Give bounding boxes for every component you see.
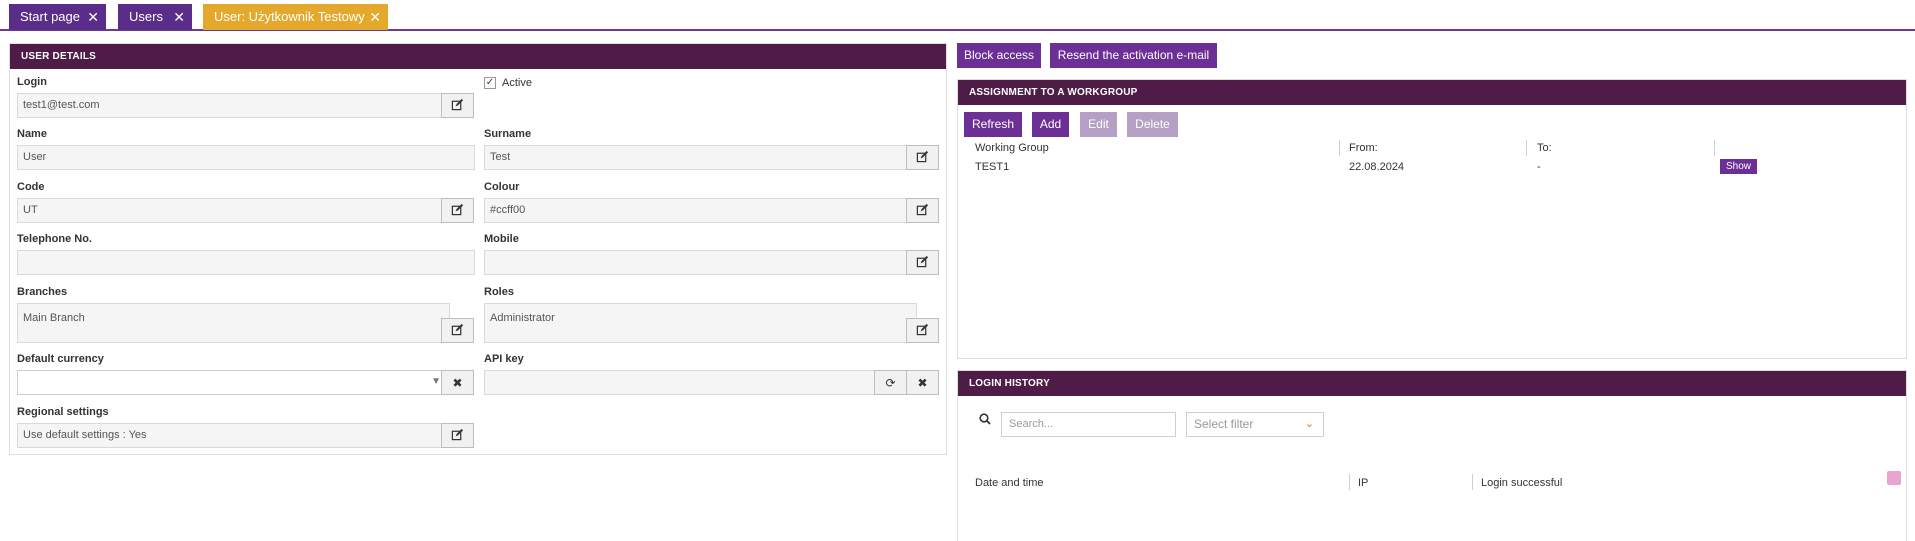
- regional-field[interactable]: Use default settings : Yes: [17, 423, 450, 448]
- active-checkbox[interactable]: ✓: [484, 77, 496, 89]
- edit-login-button[interactable]: [441, 93, 474, 118]
- login-label: Login: [17, 76, 47, 88]
- show-button[interactable]: Show: [1720, 159, 1757, 174]
- column-divider: [1526, 140, 1527, 156]
- block-access-button[interactable]: Block access: [957, 43, 1041, 68]
- delete-button[interactable]: Delete: [1127, 112, 1178, 137]
- clear-currency-button[interactable]: ✖: [441, 370, 474, 395]
- edit-code-button[interactable]: [441, 198, 474, 223]
- edit-branches-button[interactable]: [441, 318, 474, 343]
- add-button[interactable]: Add: [1032, 112, 1069, 137]
- user-details-panel: USER DETAILS Login test1@test.com ✓ Acti…: [9, 43, 947, 455]
- chevron-down-icon: ⌄: [1304, 418, 1314, 430]
- edit-icon: [916, 203, 929, 219]
- workgroup-panel: ASSIGNMENT TO A WORKGROUP Refresh Add Ed…: [957, 79, 1907, 359]
- login-field[interactable]: test1@test.com: [17, 93, 450, 118]
- tab-users[interactable]: Users ✕: [118, 4, 192, 30]
- branches-label: Branches: [17, 286, 68, 298]
- tab-label: Users: [129, 9, 163, 24]
- panel-header: LOGIN HISTORY: [958, 371, 1906, 396]
- tab-bar: Start page ✕ Users ✕ User: Użytkownik Te…: [0, 0, 1915, 31]
- filter-select[interactable]: Select filter ⌄: [1186, 412, 1324, 437]
- refresh-icon: ⟳: [885, 375, 896, 390]
- regenerate-apikey-button[interactable]: ⟳: [874, 370, 907, 395]
- colour-field[interactable]: #ccff00: [484, 198, 917, 223]
- column-divider: [1714, 140, 1715, 156]
- name-field[interactable]: User: [17, 145, 475, 170]
- column-header-ip: IP: [1358, 477, 1369, 489]
- edit-icon: [916, 150, 929, 166]
- clear-apikey-button[interactable]: ✖: [906, 370, 939, 395]
- column-header-to: To:: [1537, 142, 1552, 154]
- column-header-working-group: Working Group: [975, 142, 1049, 154]
- close-icon: ✖: [917, 375, 928, 390]
- tab-label: Start page: [20, 9, 80, 24]
- chevron-down-icon: ▼: [431, 376, 441, 387]
- regional-label: Regional settings: [17, 406, 109, 418]
- column-header-from: From:: [1349, 142, 1378, 154]
- column-settings-icon[interactable]: [1887, 471, 1901, 485]
- code-label: Code: [17, 181, 45, 193]
- panel-header: USER DETAILS: [10, 44, 946, 69]
- edit-icon: [451, 428, 464, 444]
- telephone-label: Telephone No.: [17, 233, 92, 245]
- roles-field[interactable]: Administrator: [484, 303, 917, 343]
- roles-label: Roles: [484, 286, 514, 298]
- column-divider: [1339, 140, 1340, 156]
- active-label: Active: [502, 77, 532, 89]
- edit-surname-button[interactable]: [906, 145, 939, 170]
- resend-activation-button[interactable]: Resend the activation e-mail: [1050, 43, 1217, 68]
- close-icon[interactable]: ✕: [369, 4, 381, 30]
- edit-roles-button[interactable]: [906, 318, 939, 343]
- surname-label: Surname: [484, 128, 532, 140]
- close-icon[interactable]: ✕: [87, 4, 99, 30]
- mobile-field[interactable]: [484, 250, 917, 275]
- currency-label: Default currency: [17, 353, 104, 365]
- tab-user-detail[interactable]: User: Użytkownik Testowy ✕: [203, 4, 388, 30]
- edit-button[interactable]: Edit: [1080, 112, 1117, 137]
- close-icon[interactable]: ✕: [173, 4, 185, 30]
- apikey-label: API key: [484, 353, 524, 365]
- mobile-label: Mobile: [484, 233, 519, 245]
- apikey-field[interactable]: [484, 370, 884, 395]
- telephone-field[interactable]: [17, 250, 475, 275]
- column-header-login-successful: Login successful: [1481, 477, 1563, 489]
- edit-icon: [916, 255, 929, 271]
- edit-colour-button[interactable]: [906, 198, 939, 223]
- column-header-date: Date and time: [975, 477, 1044, 489]
- search-icon: [979, 413, 991, 428]
- tab-start-page[interactable]: Start page ✕: [9, 4, 106, 30]
- code-field[interactable]: UT: [17, 198, 450, 223]
- search-input[interactable]: Search...: [1001, 412, 1176, 437]
- edit-icon: [451, 203, 464, 219]
- panel-header: ASSIGNMENT TO A WORKGROUP: [958, 80, 1906, 105]
- surname-field[interactable]: Test: [484, 145, 917, 170]
- tab-label: User: Użytkownik Testowy: [214, 9, 365, 24]
- edit-regional-button[interactable]: [441, 423, 474, 448]
- edit-mobile-button[interactable]: [906, 250, 939, 275]
- cell-to: -: [1537, 161, 1541, 173]
- close-icon: ✖: [452, 375, 463, 390]
- cell-group: TEST1: [975, 161, 1010, 173]
- edit-icon: [916, 323, 929, 339]
- column-divider: [1349, 474, 1350, 490]
- branches-field[interactable]: Main Branch: [17, 303, 450, 343]
- column-divider: [1472, 474, 1473, 490]
- refresh-button[interactable]: Refresh: [964, 112, 1022, 137]
- cell-from: 22.08.2024: [1349, 161, 1405, 173]
- currency-select[interactable]: ▼: [17, 370, 450, 395]
- colour-label: Colour: [484, 181, 520, 193]
- name-label: Name: [17, 128, 47, 140]
- filter-placeholder: Select filter: [1194, 417, 1254, 431]
- edit-icon: [451, 323, 464, 339]
- edit-icon: [451, 98, 464, 114]
- login-history-panel: LOGIN HISTORY Search... Select filter ⌄ …: [957, 370, 1907, 541]
